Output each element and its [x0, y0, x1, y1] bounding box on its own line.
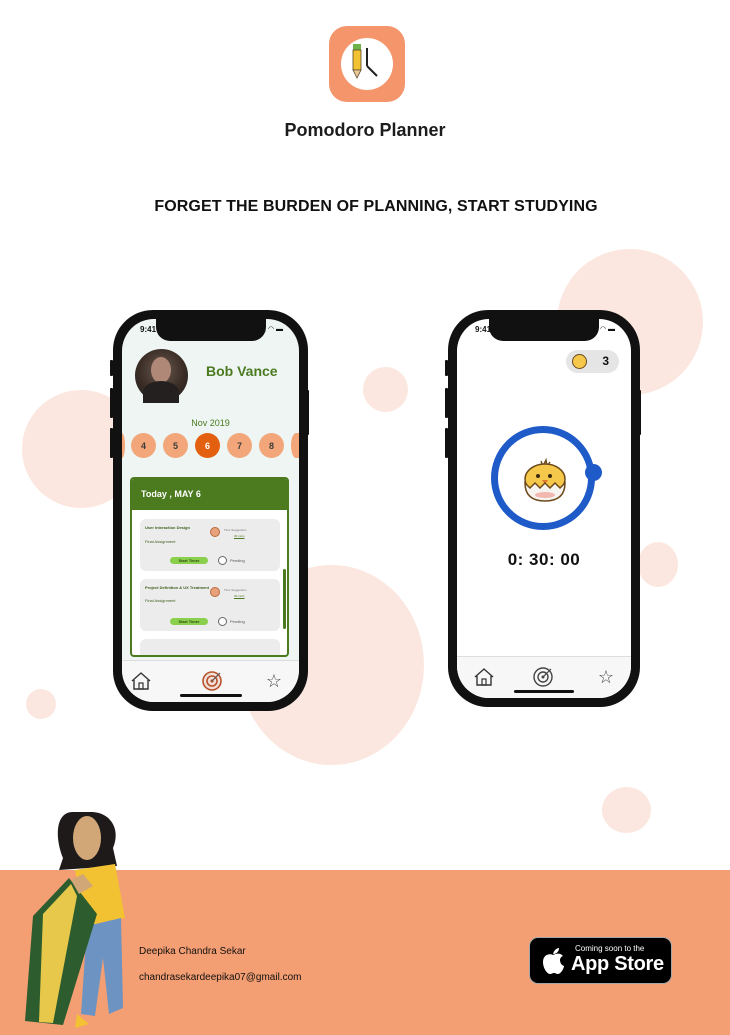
time-suggestion-label: Time Suggestion	[224, 588, 247, 592]
author-email[interactable]: chandrasekardeepika07@gmail.com	[139, 972, 301, 983]
date-strip: 4 5 6 7 8	[122, 433, 299, 459]
date-4[interactable]: 4	[131, 433, 156, 458]
status-time: 9:41	[140, 325, 157, 334]
task-title: User Interaction Design	[145, 525, 190, 530]
target-icon[interactable]	[201, 670, 223, 692]
app-title: Pomodoro Planner	[284, 120, 446, 140]
task-card[interactable]: Project Definition & UX Treatment Final …	[140, 579, 280, 631]
task-card[interactable]: User Interaction Design Final Assignment…	[140, 519, 280, 571]
signal-battery-icon: ▮▮ ◠ ▬	[590, 326, 615, 333]
start-timer-button[interactable]: Start Timer	[170, 618, 208, 625]
home-icon[interactable]	[473, 666, 495, 688]
home-indicator	[514, 690, 574, 693]
chick-icon	[572, 354, 587, 369]
task-title: Project Definition & UX Treatment	[145, 585, 210, 590]
decor-circle	[638, 542, 678, 587]
timer-screen: 9:41 ▮▮ ◠ ▬ 3 0: 30: 00 ☆	[457, 319, 631, 698]
time-suggestion-label: Time Suggestion	[224, 528, 247, 532]
chick-count: 3	[602, 354, 609, 368]
phone-notch	[155, 319, 266, 341]
task-status: Pending	[230, 619, 245, 624]
decor-circle	[363, 367, 408, 412]
app-store-small-text: Coming soon to the	[575, 944, 645, 953]
countdown-timer: 0: 30: 00	[507, 550, 581, 569]
timer-knob[interactable]	[585, 464, 602, 481]
home-icon[interactable]	[130, 670, 152, 692]
decor-circle	[26, 689, 56, 719]
star-icon[interactable]: ☆	[595, 666, 617, 688]
today-task-list: Today , MAY 6 User Interaction Design Fi…	[130, 477, 289, 657]
star-icon[interactable]: ☆	[263, 670, 285, 692]
timer-icon	[210, 527, 220, 537]
avatar[interactable]	[135, 349, 188, 403]
apple-logo-icon	[540, 947, 566, 975]
task-subtitle: Final Assignment	[145, 598, 176, 603]
app-store-badge[interactable]: Coming soon to the App Store	[529, 937, 672, 984]
scrollbar[interactable]	[283, 569, 286, 629]
task-status: Pending	[230, 558, 245, 563]
time-suggestion-value: 30 mins	[234, 594, 245, 598]
date-6-selected[interactable]: 6	[195, 433, 220, 458]
tagline: FORGET THE BURDEN OF PLANNING, START STU…	[154, 198, 598, 215]
phone-notch	[489, 319, 599, 341]
chick-in-egg-icon	[517, 457, 573, 505]
date-7[interactable]: 7	[227, 433, 252, 458]
date-5[interactable]: 5	[163, 433, 188, 458]
start-timer-button[interactable]: Start Timer	[170, 557, 208, 564]
decor-circle	[602, 787, 651, 833]
home-indicator	[179, 694, 242, 697]
tab-bar: ☆	[122, 660, 299, 702]
user-name: Bob Vance	[206, 363, 278, 379]
today-header: Today , MAY 6	[132, 479, 287, 510]
author-name: Deepika Chandra Sekar	[139, 946, 246, 957]
date-partial[interactable]	[122, 433, 125, 458]
clock-icon	[218, 556, 227, 565]
status-time: 9:41	[475, 325, 492, 334]
time-suggestion-value: 30 mins	[234, 534, 245, 538]
calendar-month[interactable]: Nov 2019	[122, 418, 299, 428]
date-8[interactable]: 8	[259, 433, 284, 458]
target-icon[interactable]	[532, 666, 554, 688]
task-card[interactable]	[140, 639, 280, 655]
clock-icon	[218, 617, 227, 626]
planner-screen: 9:41 ▮▮ ◠ ▬ Bob Vance Nov 2019 4 5 6 7 8…	[122, 319, 299, 702]
tab-bar: ☆	[457, 656, 631, 698]
task-subtitle: Final Assignment	[145, 539, 176, 544]
phone-mockup-timer: 9:41 ▮▮ ◠ ▬ 3 0: 30: 00 ☆	[448, 310, 640, 707]
pencil-clock-icon	[341, 38, 393, 90]
signal-battery-icon: ▮▮ ◠ ▬	[258, 326, 283, 333]
date-partial[interactable]	[291, 433, 299, 458]
chick-counter[interactable]: 3	[566, 350, 619, 373]
student-with-pencil-illustration	[25, 808, 135, 1035]
phone-mockup-planner: 9:41 ▮▮ ◠ ▬ Bob Vance Nov 2019 4 5 6 7 8…	[113, 310, 308, 711]
app-logo	[329, 26, 405, 102]
timer-icon	[210, 587, 220, 597]
app-store-large-text: App Store	[571, 953, 664, 975]
